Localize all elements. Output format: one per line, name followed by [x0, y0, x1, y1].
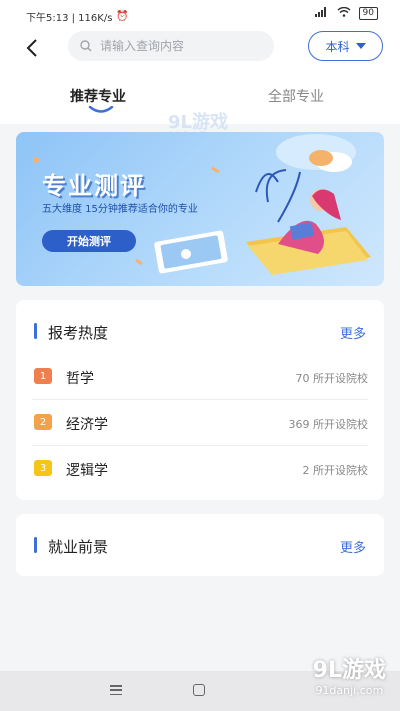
major-name: 逻辑学	[66, 463, 108, 479]
list-item[interactable]: 2 经济学 369 所开设院校	[32, 400, 368, 446]
banner-title: 专业测评	[42, 172, 146, 200]
popularity-more-link[interactable]: 更多	[340, 323, 366, 342]
list-item[interactable]: 3 逻辑学 2 所开设院校	[32, 446, 368, 492]
alarm-icon: ⏰	[116, 11, 129, 22]
popularity-card-header: 报考热度 更多	[16, 300, 384, 362]
tab-all-majors[interactable]: 全部专业	[268, 86, 324, 106]
status-bar: 下午5:13 | 116K/s ⏰ 90	[0, 0, 400, 28]
status-time-speed: 下午5:13 | 116K/s	[26, 13, 113, 24]
tab-active-indicator	[88, 106, 114, 113]
banner-subtitle: 五大维度 15分钟推荐适合你的专业	[42, 204, 198, 215]
section-bar	[34, 537, 37, 553]
school-count: 2 所开设院校	[302, 464, 369, 477]
signal-icon	[314, 7, 329, 20]
school-count: 369 所开设院校	[288, 418, 369, 431]
level-select-button[interactable]: 本科	[308, 31, 383, 61]
back-arrow-icon	[26, 39, 37, 57]
section-bar	[34, 323, 37, 339]
major-name: 哲学	[66, 371, 94, 387]
rank-badge: 2	[34, 414, 52, 430]
tab-recommended[interactable]: 推荐专业	[70, 86, 126, 106]
search-icon	[80, 40, 92, 52]
employment-card-header: 就业前景 更多	[16, 514, 384, 576]
list-item[interactable]: 1 哲学 70 所开设院校	[32, 354, 368, 400]
search-box[interactable]	[68, 31, 274, 61]
menu-icon[interactable]	[110, 685, 122, 695]
watermark-logo: 9L游戏 91danji.com	[312, 658, 386, 697]
battery-indicator: 90	[358, 7, 378, 20]
home-icon[interactable]	[193, 684, 205, 696]
rank-badge: 1	[34, 368, 52, 384]
employment-more-link[interactable]: 更多	[340, 537, 366, 556]
employment-card: 就业前景 更多	[16, 514, 384, 576]
search-input[interactable]	[100, 39, 260, 53]
popularity-card: 报考热度 更多 1 哲学 70 所开设院校 2 经济学 369 所开设院校 3 …	[16, 300, 384, 500]
assessment-banner[interactable]: 专业测评 五大维度 15分钟推荐适合你的专业 开始测评	[16, 132, 384, 286]
major-name: 经济学	[66, 417, 108, 433]
popularity-title: 报考热度	[48, 324, 109, 342]
level-label: 本科	[325, 39, 350, 54]
employment-title: 就业前景	[48, 538, 109, 556]
start-assessment-button[interactable]: 开始测评	[42, 230, 136, 252]
school-count: 70 所开设院校	[295, 372, 369, 385]
back-button[interactable]	[20, 36, 44, 60]
wifi-icon	[337, 6, 351, 20]
header: 本科	[0, 28, 400, 72]
dropdown-triangle-icon	[355, 43, 366, 49]
rank-badge: 3	[34, 460, 52, 476]
